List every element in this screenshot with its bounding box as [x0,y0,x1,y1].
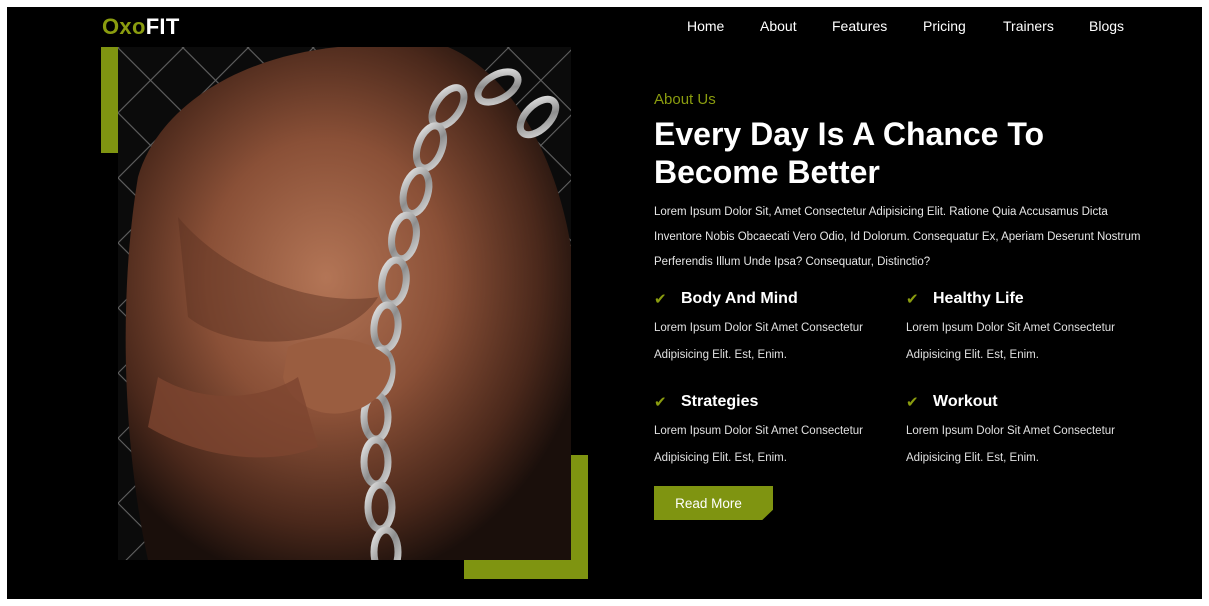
nav-pricing[interactable]: Pricing [923,18,966,34]
check-icon: ✔ [654,291,667,308]
feature-healthy-life: ✔ Healthy Life Lorem Ipsum Dolor Sit Ame… [906,288,1146,369]
nav-about[interactable]: About [760,18,797,34]
nav-home[interactable]: Home [687,18,724,34]
nav-blogs[interactable]: Blogs [1089,18,1124,34]
hero-image [118,47,571,560]
brand-logo[interactable]: OxoFIT [102,14,180,40]
about-section: OxoFIT Home About Features Pricing Train… [7,7,1202,599]
check-icon: ✔ [906,394,919,411]
feature-description: Lorem Ipsum Dolor Sit Amet Consectetur A… [654,322,863,361]
feature-description: Lorem Ipsum Dolor Sit Amet Consectetur A… [906,322,1115,361]
headline-line-2: Become Better [654,154,880,190]
nav-features[interactable]: Features [832,18,887,34]
feature-title: Strategies [681,393,759,410]
section-intro: Lorem Ipsum Dolor Sit, Amet Consectetur … [654,206,1141,268]
section-headline: Every Day Is A Chance To Become Better [654,115,1124,191]
check-icon: ✔ [906,291,919,308]
feature-description: Lorem Ipsum Dolor Sit Amet Consectetur A… [906,425,1115,464]
feature-body-and-mind: ✔ Body And Mind Lorem Ipsum Dolor Sit Am… [654,288,894,369]
feature-title: Healthy Life [933,290,1024,307]
feature-description: Lorem Ipsum Dolor Sit Amet Consectetur A… [654,425,863,464]
nav-trainers[interactable]: Trainers [1003,18,1054,34]
check-icon: ✔ [654,394,667,411]
headline-line-1: Every Day Is A Chance To [654,116,1045,152]
feature-title: Body And Mind [681,290,798,307]
read-more-button[interactable]: Read More [654,486,773,520]
feature-workout: ✔ Workout Lorem Ipsum Dolor Sit Amet Con… [906,391,1146,472]
feature-strategies: ✔ Strategies Lorem Ipsum Dolor Sit Amet … [654,391,894,472]
brand-suffix: FIT [145,14,180,39]
feature-title: Workout [933,393,998,410]
accent-bar-top [101,47,118,153]
section-eyebrow: About Us [654,91,716,108]
brand-prefix: Oxo [102,14,146,39]
hero-image-illustration [118,47,571,560]
